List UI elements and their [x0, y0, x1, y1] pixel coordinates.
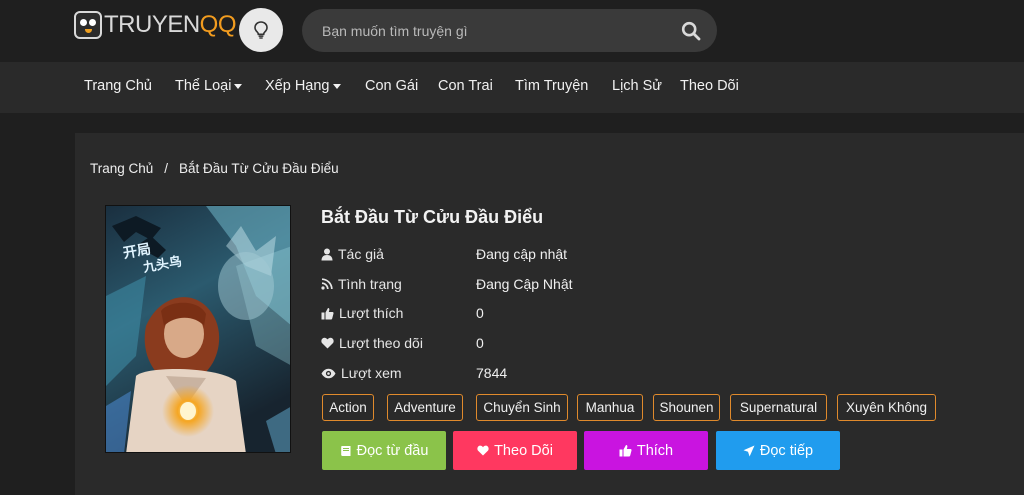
author-value: Đang cập nhật	[476, 246, 568, 262]
likes-value: 0	[476, 305, 484, 321]
nav-item-home[interactable]: Trang Chủ	[84, 78, 152, 94]
dark-mode-toggle-button[interactable]	[239, 8, 283, 52]
comic-cover-image[interactable]: 开局 九头鸟	[105, 205, 291, 453]
caret-down-icon	[234, 83, 243, 89]
heart-icon	[321, 337, 334, 349]
search-box	[302, 9, 717, 52]
nav-item-boys[interactable]: Con Trai	[438, 78, 493, 94]
cover-artwork: 开局 九头鸟	[106, 206, 290, 452]
likes-label: Lượt thích	[321, 305, 403, 321]
continue-reading-button[interactable]: Đọc tiếp	[716, 431, 840, 470]
comic-title: Bắt Đầu Từ Cửu Đầu Điểu	[321, 207, 544, 227]
genre-tag[interactable]: Adventure	[387, 394, 463, 421]
send-icon	[743, 445, 755, 456]
nav-item-ranking[interactable]: Xếp Hạng	[265, 78, 341, 94]
views-label: Lượt xem	[321, 365, 402, 381]
nav-item-genres[interactable]: Thể Loại	[175, 78, 243, 94]
heart-icon	[477, 445, 489, 456]
nav-item-following[interactable]: Theo Dõi	[680, 78, 739, 94]
genre-tag[interactable]: Action	[322, 394, 374, 421]
follow-button[interactable]: Theo Dõi	[453, 431, 577, 470]
site-logo[interactable]: TRUYENQQ	[74, 9, 237, 41]
author-label: Tác giả	[321, 246, 384, 262]
search-input[interactable]	[322, 9, 672, 52]
breadcrumb-current-link[interactable]: Bắt Đầu Từ Cửu Đầu Điểu	[179, 161, 339, 176]
breadcrumb-home-link[interactable]: Trang Chủ	[90, 161, 153, 176]
user-icon	[321, 248, 333, 260]
eye-icon	[321, 368, 336, 378]
read-from-start-button[interactable]: Đọc từ đầu	[322, 431, 446, 470]
book-icon	[340, 445, 351, 456]
logo-text: TRUYENQQ	[104, 11, 237, 38]
like-button[interactable]: Thích	[584, 431, 708, 470]
views-value: 7844	[476, 365, 508, 381]
genre-tag[interactable]: Supernatural	[730, 394, 827, 421]
genre-tag[interactable]: Xuyên Không	[837, 394, 936, 421]
search-icon[interactable]	[681, 21, 701, 41]
breadcrumb: Trang Chủ / Bắt Đầu Từ Cửu Đầu Điểu	[90, 161, 339, 176]
nav-item-history[interactable]: Lịch Sử	[612, 78, 662, 94]
follows-label: Lượt theo dõi	[321, 335, 423, 351]
main-nav: Trang Chủ Thể Loại Xếp Hạng Con Gái Con …	[0, 62, 1024, 113]
breadcrumb-separator: /	[164, 161, 169, 176]
nav-item-girls[interactable]: Con Gái	[365, 78, 418, 94]
genre-tag[interactable]: Manhua	[577, 394, 643, 421]
status-value: Đang Cập Nhật	[476, 276, 573, 292]
genre-tag[interactable]: Shounen	[653, 394, 720, 421]
caret-down-icon	[332, 83, 341, 89]
rss-icon	[321, 278, 333, 290]
nav-item-search-comics[interactable]: Tìm Truyện	[515, 78, 588, 94]
logo-mascot-icon	[74, 11, 102, 39]
genre-tag[interactable]: Chuyển Sinh	[476, 394, 568, 421]
thumbs-up-icon	[619, 445, 632, 457]
status-label: Tình trạng	[321, 276, 402, 292]
thumbs-up-icon	[321, 307, 334, 319]
follows-value: 0	[476, 335, 484, 351]
top-header: TRUYENQQ	[0, 0, 1024, 62]
lightbulb-icon	[254, 21, 268, 39]
